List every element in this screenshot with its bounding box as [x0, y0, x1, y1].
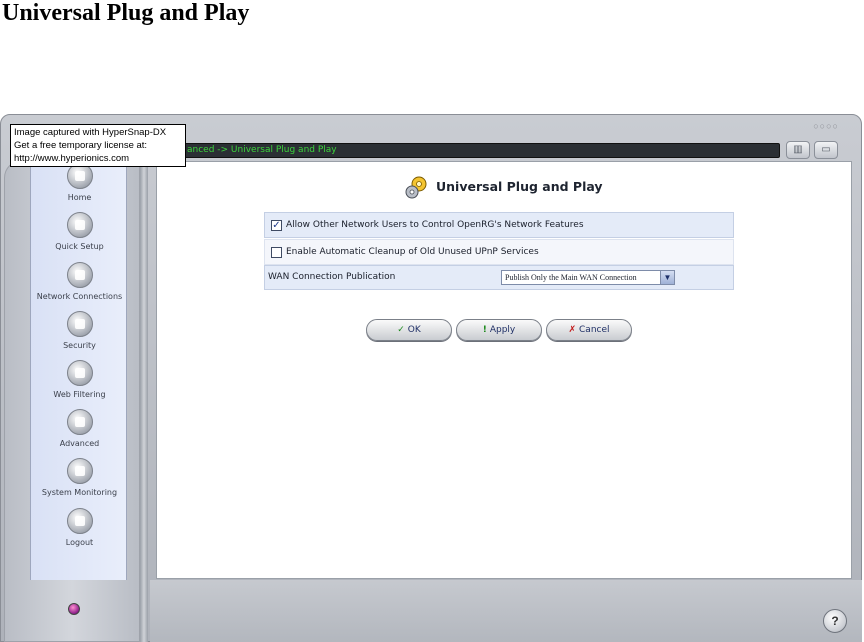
sidebar-item-label: Security: [63, 341, 96, 350]
wand-icon: [66, 212, 93, 238]
sidebar-item-label: Logout: [65, 538, 94, 547]
capture-watermark: Image captured with HyperSnap-DX Get a f…: [10, 124, 186, 167]
filter-icon: [66, 360, 93, 386]
apply-button-label: Apply: [489, 325, 516, 335]
sidebar-item-label: System Monitoring: [41, 488, 118, 497]
sidebar-item-label: Advanced: [59, 439, 100, 448]
sidebar-item-home[interactable]: Home: [31, 163, 128, 202]
lock-icon: [66, 311, 93, 337]
sidebar-divider: [140, 160, 148, 642]
allow-control-checkbox[interactable]: ✓: [271, 220, 282, 231]
breadcrumb-bar: anced -> Universal Plug and Play: [150, 143, 780, 158]
ok-button-label: OK: [407, 325, 421, 335]
apply-button[interactable]: ! Apply: [456, 319, 542, 341]
sidebar-nav: Home Quick Setup Network Connections Sec…: [30, 134, 127, 580]
network-icon: [66, 262, 93, 288]
option-row-auto-cleanup: Enable Automatic Cleanup of Old Unused U…: [264, 239, 734, 265]
sidebar-item-advanced[interactable]: Advanced: [31, 409, 128, 448]
allow-control-label: Allow Other Network Users to Control Ope…: [286, 220, 584, 230]
wan-publication-select[interactable]: Publish Only the Main WAN Connection ▼: [501, 270, 675, 285]
breadcrumb: anced -> Universal Plug and Play: [187, 145, 337, 155]
check-icon: ✓: [397, 325, 405, 335]
apply-icon: !: [482, 325, 487, 335]
sidebar-item-label: Quick Setup: [55, 242, 104, 251]
frame-grip: ○○○○: [813, 121, 839, 131]
cancel-button-label: Cancel: [579, 325, 610, 335]
cancel-button[interactable]: ✗ Cancel: [546, 319, 632, 341]
auto-cleanup-checkbox[interactable]: [271, 247, 282, 258]
watermark-line: http://www.hyperionics.com: [14, 153, 130, 164]
document-heading: Universal Plug and Play: [2, 0, 250, 26]
network-map-button[interactable]: ▥: [786, 141, 810, 159]
sidebar-item-security[interactable]: Security: [31, 311, 128, 350]
cancel-icon: ✗: [568, 325, 577, 335]
sidebar-item-quick-setup[interactable]: Quick Setup: [31, 212, 128, 251]
sidebar-item-network-connections[interactable]: Network Connections: [31, 262, 128, 301]
chevron-down-icon: ▼: [660, 271, 674, 284]
window-icon: ▭: [821, 144, 831, 155]
sidebar-item-label: Network Connections: [36, 292, 123, 301]
option-row-allow-control: ✓ Allow Other Network Users to Control O…: [264, 212, 734, 238]
watermark-line: Get a free temporary license at:: [14, 140, 148, 151]
ok-button[interactable]: ✓ OK: [366, 319, 452, 341]
tools-icon: [66, 409, 93, 435]
watermark-line: Image captured with HyperSnap-DX: [14, 127, 167, 138]
network-map-icon: ▥: [793, 144, 803, 155]
help-icon: ?: [831, 614, 839, 628]
status-orb-icon: [68, 603, 80, 615]
sidebar-item-label: Home: [67, 193, 92, 202]
content-footer: [150, 580, 862, 642]
auto-cleanup-label: Enable Automatic Cleanup of Old Unused U…: [286, 247, 539, 257]
sidebar-item-system-monitoring[interactable]: System Monitoring: [31, 458, 128, 497]
sidebar-item-web-filtering[interactable]: Web Filtering: [31, 360, 128, 399]
page-title: Universal Plug and Play: [436, 179, 603, 194]
sidebar-item-logout[interactable]: Logout: [31, 508, 128, 547]
window-button[interactable]: ▭: [814, 141, 838, 159]
logout-icon: [66, 508, 93, 534]
option-row-wan-publication: WAN Connection Publication Publish Only …: [264, 265, 734, 290]
help-button[interactable]: ?: [823, 609, 847, 633]
wan-publication-value: Publish Only the Main WAN Connection: [505, 273, 637, 282]
gear-icon: [405, 176, 427, 199]
sidebar-item-label: Web Filtering: [53, 390, 106, 399]
wan-publication-label: WAN Connection Publication: [268, 272, 396, 282]
monitor-icon: [66, 458, 93, 484]
